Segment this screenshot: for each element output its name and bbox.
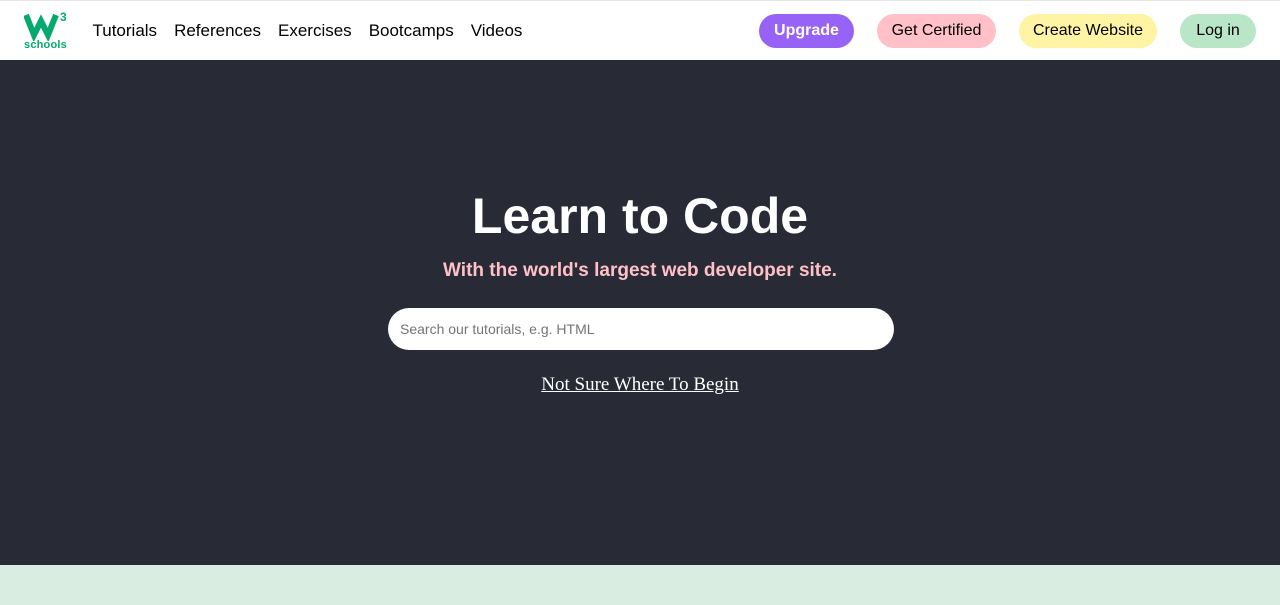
w3-logo-icon: 3 <box>24 10 67 41</box>
w3schools-logo[interactable]: 3 schools <box>24 9 70 55</box>
nav-exercises[interactable]: Exercises <box>270 1 361 61</box>
nav-videos[interactable]: Videos <box>462 1 531 61</box>
next-section-band <box>0 565 1280 605</box>
top-navbar: 3 schools Tutorials References Exercises… <box>0 0 1280 60</box>
main-nav: Tutorials References Exercises Bootcamps… <box>84 1 531 61</box>
get-certified-button[interactable]: Get Certified <box>877 14 996 48</box>
not-sure-link-wrapper: Not Sure Where To Begin <box>0 374 1280 396</box>
hero-subtitle: With the world's largest web developer s… <box>443 260 837 281</box>
hero-title: Learn to Code <box>471 188 809 244</box>
not-sure-where-to-begin-link[interactable]: Not Sure Where To Begin <box>541 374 738 395</box>
logo-superscript: 3 <box>60 10 67 24</box>
upgrade-button[interactable]: Upgrade <box>759 14 854 48</box>
search-input[interactable] <box>388 308 894 350</box>
hero-section: Learn to Code With the world's largest w… <box>0 60 1280 565</box>
nav-bootcamps[interactable]: Bootcamps <box>360 1 462 61</box>
create-website-button[interactable]: Create Website <box>1019 14 1157 48</box>
login-button[interactable]: Log in <box>1180 14 1256 48</box>
nav-tutorials[interactable]: Tutorials <box>84 1 166 61</box>
logo-text: schools <box>24 39 67 51</box>
nav-references[interactable]: References <box>166 1 270 61</box>
